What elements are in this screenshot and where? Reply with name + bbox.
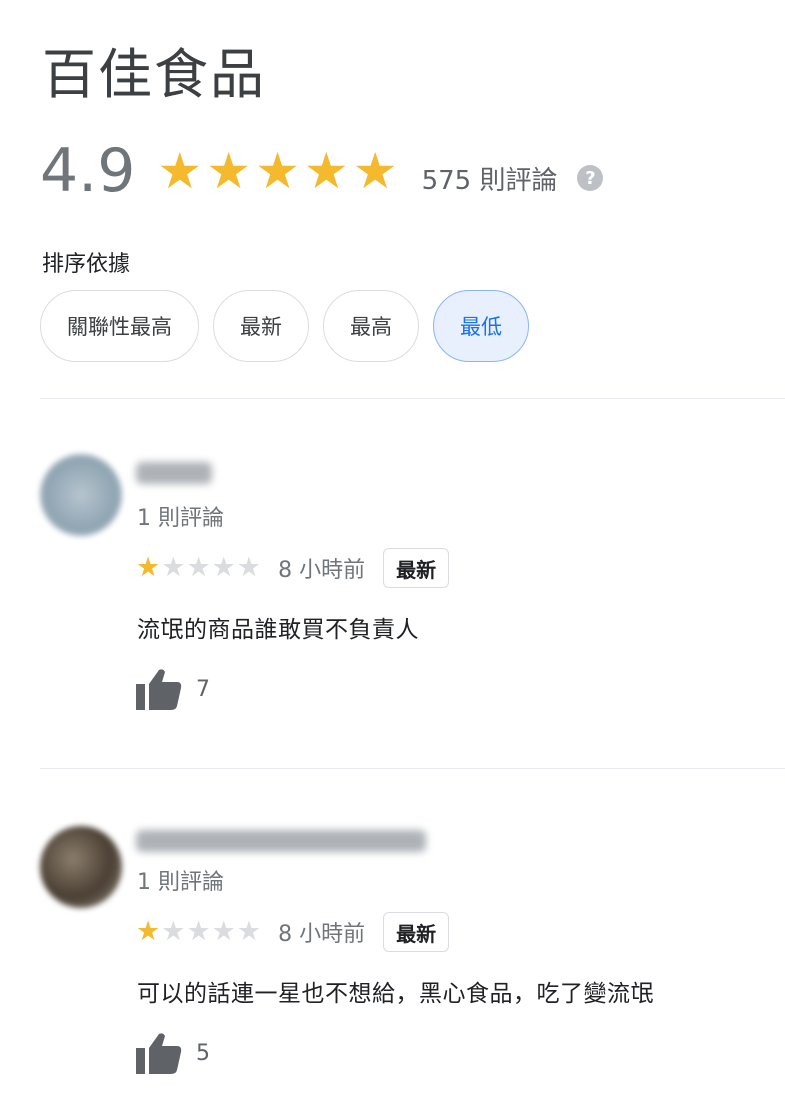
review-time: 8 小時前 <box>278 922 366 947</box>
star-icon: ★ <box>211 552 236 583</box>
sort-chip-highest[interactable]: 最高 <box>323 290 419 362</box>
total-review-count[interactable]: 575 則評論 <box>422 160 558 197</box>
review-meta: ★ ★ ★ ★ ★ 8 小時前 最新 <box>136 912 450 952</box>
review-text: 流氓的商品誰敢買不負責人 <box>137 617 419 643</box>
star-icon: ★ <box>186 916 211 947</box>
thumbs-up-icon <box>136 669 182 710</box>
star-icon: ★ <box>157 142 203 200</box>
sort-chip-relevance[interactable]: 關聯性最高 <box>40 290 199 362</box>
rating-stars: ★ ★ ★ ★ ★ <box>157 143 401 199</box>
like-count: 5 <box>196 1040 210 1066</box>
reviewer-review-count: 1 則評論 <box>137 870 224 895</box>
like-button[interactable]: 5 <box>136 1032 210 1074</box>
reviewer-name-redacted[interactable] <box>136 462 212 484</box>
star-icon: ★ <box>186 552 211 583</box>
star-icon: ★ <box>211 916 236 947</box>
like-button[interactable]: 7 <box>136 668 210 710</box>
star-icon: ★ <box>161 552 186 583</box>
review-meta: ★ ★ ★ ★ ★ 8 小時前 最新 <box>136 548 450 588</box>
star-icon: ★ <box>136 916 161 947</box>
star-icon: ★ <box>236 552 262 583</box>
reviewer-review-count: 1 則評論 <box>137 506 224 531</box>
sort-chip-lowest[interactable]: 最低 <box>433 290 529 362</box>
avatar[interactable] <box>40 454 122 536</box>
star-icon: ★ <box>161 916 186 947</box>
new-badge: 最新 <box>383 912 450 952</box>
star-icon: ★ <box>206 142 252 200</box>
review-time: 8 小時前 <box>278 558 366 583</box>
star-icon: ★ <box>303 142 349 200</box>
average-rating: 4.9 <box>40 136 136 206</box>
sort-chip-newest[interactable]: 最新 <box>213 290 309 362</box>
star-icon: ★ <box>236 916 262 947</box>
like-count: 7 <box>196 676 210 702</box>
reviews-panel: 百佳食品 4.9 ★ ★ ★ ★ ★ 575 則評論 ? 排序依據 關聯性最高 … <box>0 0 785 1096</box>
review-text: 可以的話連一星也不想給，黑心食品，吃了變流氓 <box>137 981 654 1007</box>
place-title: 百佳食品 <box>42 43 266 106</box>
star-icon: ★ <box>352 142 398 200</box>
sort-chips: 關聯性最高 最新 最高 最低 <box>40 290 543 362</box>
avatar[interactable] <box>40 826 122 908</box>
star-icon: ★ <box>136 552 161 583</box>
star-icon: ★ <box>255 142 300 200</box>
rating-summary: 4.9 ★ ★ ★ ★ ★ 575 則評論 ? <box>40 136 604 206</box>
help-icon[interactable]: ? <box>577 165 604 191</box>
review-stars: ★ ★ ★ ★ ★ <box>136 553 262 583</box>
new-badge: 最新 <box>383 548 450 588</box>
divider <box>40 768 785 769</box>
thumbs-up-icon <box>136 1033 182 1074</box>
reviewer-name-redacted[interactable] <box>136 830 426 852</box>
sort-label: 排序依據 <box>42 252 131 277</box>
review-stars: ★ ★ ★ ★ ★ <box>136 917 262 947</box>
divider <box>40 398 785 399</box>
